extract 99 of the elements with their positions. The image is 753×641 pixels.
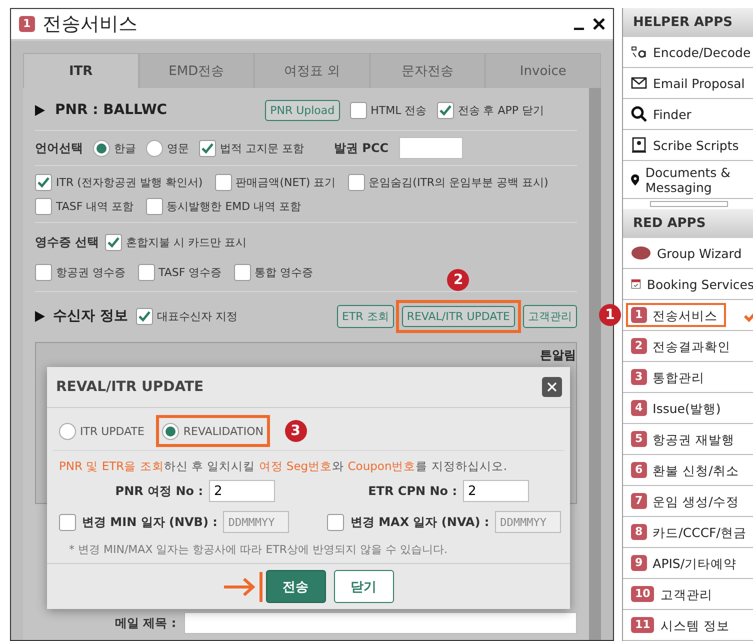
sidebar-item[interactable]: 3 통합관리 [626, 365, 713, 389]
checkbox-label: 대표수신자 지정 [156, 308, 238, 324]
checkbox[interactable] [199, 140, 216, 156]
sidebar-item[interactable]: Group Wizard [623, 238, 753, 269]
field-label: PNR 여정 No : [114, 482, 203, 500]
checkbox[interactable] [105, 234, 122, 250]
location-pin-icon [631, 172, 640, 188]
tab[interactable]: 여정표 외 [254, 53, 370, 88]
instruction-text: PNR 및 ETR을 조회하신 후 일치시킬 여정 Seg번호와 Coupon번호를 지정하십시오. [58, 458, 508, 475]
triangle-icon [35, 310, 45, 322]
checkbox[interactable] [327, 514, 344, 530]
radio-button[interactable] [93, 140, 110, 156]
radio-label: ITR UPDATE [80, 424, 144, 438]
sidebar-item[interactable]: 6 환불 신청/취소 [626, 458, 747, 482]
etr-coupon-input[interactable]: 2 [463, 480, 529, 502]
radio-button[interactable] [162, 422, 180, 440]
sidebar-item[interactable]: Finder [623, 99, 753, 130]
field-label: 영수증 선택 [35, 234, 100, 250]
sidebar-item[interactable]: 9 APIS/기타예약 [626, 551, 745, 575]
triangle-icon [35, 104, 45, 116]
sidebar-item[interactable]: 4 Issue(발행) [626, 396, 729, 420]
sidebar-item[interactable]: 7 운임 생성/수정 [626, 489, 747, 513]
sidebar-item[interactable]: 1 전송서비스 [626, 303, 726, 327]
sidebar-item[interactable]: Scribe Scripts [623, 130, 753, 162]
pcc-input[interactable] [398, 137, 463, 159]
field-label: 언어선택 [35, 140, 83, 156]
checkbox-label: 법적 고지문 포함 [220, 140, 304, 156]
close-icon [547, 382, 557, 392]
window-title: 전송서비스 [42, 12, 139, 37]
tab[interactable]: EMD전송 [138, 53, 254, 88]
field-label: 메일 제목 : [115, 614, 176, 632]
checkbox[interactable] [234, 264, 251, 280]
radio-label: 한글 [114, 140, 136, 156]
sidebar-item[interactable]: 5 항공권 재발행 [626, 427, 743, 451]
checkbox-label: TASF 영수증 [158, 264, 222, 280]
close-dialog-button[interactable]: 닫기 [334, 570, 394, 603]
envelope-icon [631, 77, 647, 90]
tab[interactable]: Invoice [485, 53, 601, 88]
scrollbar[interactable] [650, 200, 728, 207]
checkbox[interactable] [350, 102, 367, 118]
section-heading: 수신자 정보 [53, 307, 128, 325]
close-button[interactable] [542, 377, 562, 397]
document-icon [631, 137, 647, 154]
callout-number: 2 [447, 268, 470, 290]
note-text: * 변경 MIN/MAX 일자는 항공사에 따라 ETR상에 반영되지 않을 수 있습니다. [68, 542, 448, 558]
checkbox-label: 항공권 영수증 [56, 264, 126, 280]
checkbox-label: 동시발행한 EMD 내역 포함 [166, 198, 302, 214]
radio-button[interactable] [146, 140, 163, 156]
column-header: 튼알림 [540, 347, 576, 364]
sidebar-item[interactable]: Encode/Decode [623, 37, 753, 68]
sidebar-header: RED APPS [623, 208, 753, 238]
radio-label: 영문 [167, 140, 189, 156]
checkbox-label: ITR (전자항공권 발행 확인서) [56, 174, 203, 190]
sidebar-item[interactable]: Email Proposal [623, 68, 753, 100]
field-label: 발권 PCC [334, 140, 389, 156]
checkbox[interactable] [35, 198, 52, 214]
radio-button[interactable] [59, 422, 76, 440]
sidebar-item[interactable]: 11 시스템 정보 [626, 613, 738, 637]
sidebar-header: HELPER APPS [623, 8, 753, 38]
checkbox[interactable] [214, 174, 232, 190]
tab[interactable]: 문자전송 [370, 53, 486, 88]
checkbox[interactable] [35, 174, 52, 190]
checkbox[interactable] [146, 198, 163, 214]
date-input[interactable]: DDMMMYY [223, 511, 290, 533]
checkbox[interactable] [436, 102, 454, 118]
close-icon[interactable] [593, 18, 605, 30]
radio-label: REVALIDATION [183, 424, 264, 438]
field-label: 변경 MIN 일자 (NVB) : [82, 514, 218, 530]
checkbox-label: 전송 후 APP 닫기 [458, 102, 544, 118]
dialog-title: REVAL/ITR UPDATE [56, 379, 204, 395]
number-badge: 1 [19, 16, 35, 32]
checkbox[interactable] [348, 174, 365, 190]
sidebar-item[interactable]: Booking Services [623, 269, 753, 300]
checkbox[interactable] [35, 264, 52, 280]
sidebar-item[interactable]: Documents & Messaging [623, 161, 753, 200]
field-label: 변경 MAX 일자 (NVA) : [350, 514, 490, 530]
checkbox[interactable] [138, 264, 154, 280]
checkbox-label: 통합 영수증 [254, 264, 314, 280]
mail-subject-input[interactable] [184, 612, 577, 634]
checkbox-label: HTML 전송 [370, 102, 427, 118]
sidebar-item[interactable]: 8 카드/CCCF/현금 [626, 520, 753, 544]
sidebar-item[interactable]: 10 고객관리 [626, 582, 720, 606]
search-icon [631, 106, 647, 122]
checkbox-label: 운임숨김(ITR의 운임부분 공백 표시) [368, 174, 548, 190]
checkbox[interactable] [59, 514, 76, 530]
group-icon [631, 246, 651, 260]
pnr-segment-input[interactable]: 2 [209, 480, 275, 502]
field-label: ETR CPN No : [367, 484, 457, 498]
checkbox-label: 혼합지불 시 카드만 표시 [126, 234, 247, 250]
checkbox[interactable] [136, 308, 153, 324]
date-input[interactable]: DDMMMYY [495, 511, 562, 533]
send-button[interactable]: 전송 [266, 570, 326, 603]
checkbox-label: TASF 내역 포함 [56, 198, 134, 214]
section-heading: PNR : BALLWC [55, 102, 168, 118]
tab[interactable]: ITR [23, 53, 139, 88]
callout-number: 3 [284, 420, 307, 442]
encode-icon [631, 45, 647, 60]
checkbox-label: 판매금액(NET) 표기 [236, 174, 336, 190]
sidebar-item[interactable]: 2 전송결과확인 [626, 334, 739, 358]
